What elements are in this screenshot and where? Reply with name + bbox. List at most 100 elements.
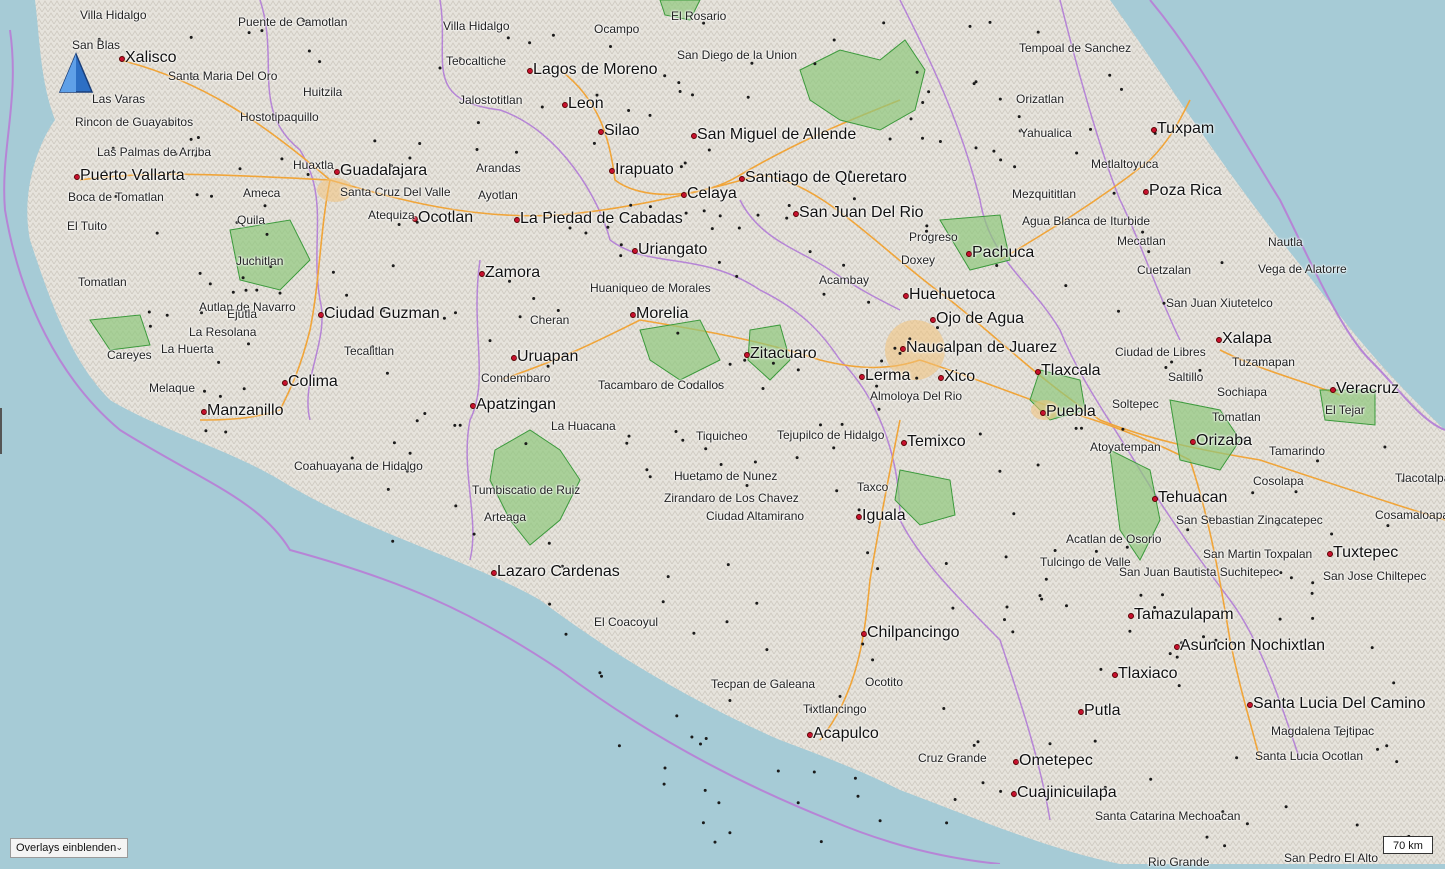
village-dot <box>1251 491 1255 495</box>
village-dot <box>1243 437 1247 441</box>
village-dot <box>518 315 522 319</box>
village-dot <box>1208 517 1212 521</box>
village-dot <box>842 263 846 267</box>
village-dot <box>691 383 695 387</box>
village-dot <box>871 658 875 662</box>
village-dot <box>718 214 722 218</box>
village-dot <box>968 24 972 28</box>
village-dot <box>1005 605 1009 609</box>
village-dot <box>189 137 193 141</box>
village-dot <box>819 840 823 844</box>
village-dot <box>598 671 602 675</box>
village-dot <box>191 75 195 79</box>
village-dot <box>627 109 631 112</box>
village-dot <box>944 562 948 565</box>
village-dot <box>663 766 667 770</box>
village-dot <box>1112 191 1116 195</box>
north-arrow-icon[interactable] <box>58 52 94 96</box>
village-dot <box>260 29 264 33</box>
village-dot <box>1232 641 1236 645</box>
map-canvas[interactable] <box>0 0 1445 864</box>
village-dot <box>1166 129 1170 133</box>
village-dot <box>423 412 427 415</box>
village-dot <box>548 602 552 606</box>
village-dot <box>458 57 462 61</box>
village-dot <box>111 146 115 150</box>
village-dot <box>893 346 897 350</box>
village-dot <box>999 158 1003 162</box>
village-dot <box>704 737 708 740</box>
village-dot <box>1294 490 1298 494</box>
village-dot <box>840 422 844 426</box>
village-dot <box>978 432 982 436</box>
village-dot <box>488 339 492 343</box>
panel-resize-handle[interactable] <box>0 408 2 454</box>
chevron-down-icon: ⌄ <box>115 842 123 852</box>
village-dot <box>600 674 603 678</box>
village-dot <box>560 564 564 568</box>
village-dot <box>1003 618 1006 622</box>
village-dot <box>1198 368 1202 372</box>
village-dot <box>244 288 248 292</box>
village-dot <box>1139 593 1143 597</box>
village-dot <box>203 389 206 393</box>
village-dot <box>1168 652 1172 656</box>
village-dot <box>1125 545 1129 549</box>
village-dot <box>1018 129 1022 133</box>
village-dot <box>1004 555 1008 559</box>
village-dot <box>1128 629 1132 633</box>
village-dot <box>204 429 208 433</box>
village-dot <box>701 821 705 825</box>
village-dot <box>453 423 457 427</box>
village-dot <box>174 152 178 156</box>
village-dot <box>1265 702 1268 705</box>
village-dot <box>1283 363 1287 367</box>
village-dot <box>1220 261 1224 265</box>
village-dot <box>1036 463 1040 467</box>
village-dot <box>940 347 944 351</box>
village-dot <box>515 150 518 154</box>
village-dot <box>196 136 200 139</box>
overlays-dropdown[interactable]: Overlays einblenden ⌄ <box>10 838 128 858</box>
village-dot <box>224 430 228 434</box>
village-dot <box>606 225 610 229</box>
village-dot <box>683 161 687 165</box>
village-dot <box>345 293 349 297</box>
village-dot <box>853 776 857 780</box>
village-dot <box>371 345 375 349</box>
village-dot <box>1080 426 1083 430</box>
village-dot <box>992 149 996 153</box>
village-dot <box>663 74 667 78</box>
village-dot <box>888 137 892 141</box>
village-dot <box>876 567 880 571</box>
village-dot <box>921 136 924 140</box>
village-dot <box>707 148 711 152</box>
village-dot <box>265 232 269 236</box>
village-dot <box>787 204 791 207</box>
village-dot <box>373 139 377 143</box>
village-dot <box>795 456 799 460</box>
village-dot <box>165 313 169 317</box>
village-dot <box>717 260 721 264</box>
village-dot <box>1153 131 1157 135</box>
village-dot <box>756 213 760 217</box>
village-dot <box>976 740 980 744</box>
village-dot <box>992 251 996 255</box>
village-dot <box>684 211 688 215</box>
village-dot <box>454 311 457 315</box>
village-dot <box>808 250 812 254</box>
village-dot <box>1161 593 1164 597</box>
village-dot <box>1103 785 1107 789</box>
village-dot <box>750 61 754 65</box>
village-dot <box>1339 732 1342 736</box>
village-dot <box>208 282 212 286</box>
village-dot <box>217 360 221 364</box>
village-dot <box>735 274 739 278</box>
village-dot <box>627 434 631 438</box>
village-dot <box>307 49 311 53</box>
village-dot <box>927 90 931 94</box>
village-dot <box>852 197 856 201</box>
village-dot <box>716 384 720 388</box>
village-dot <box>1076 791 1080 795</box>
village-dot <box>1310 591 1314 595</box>
